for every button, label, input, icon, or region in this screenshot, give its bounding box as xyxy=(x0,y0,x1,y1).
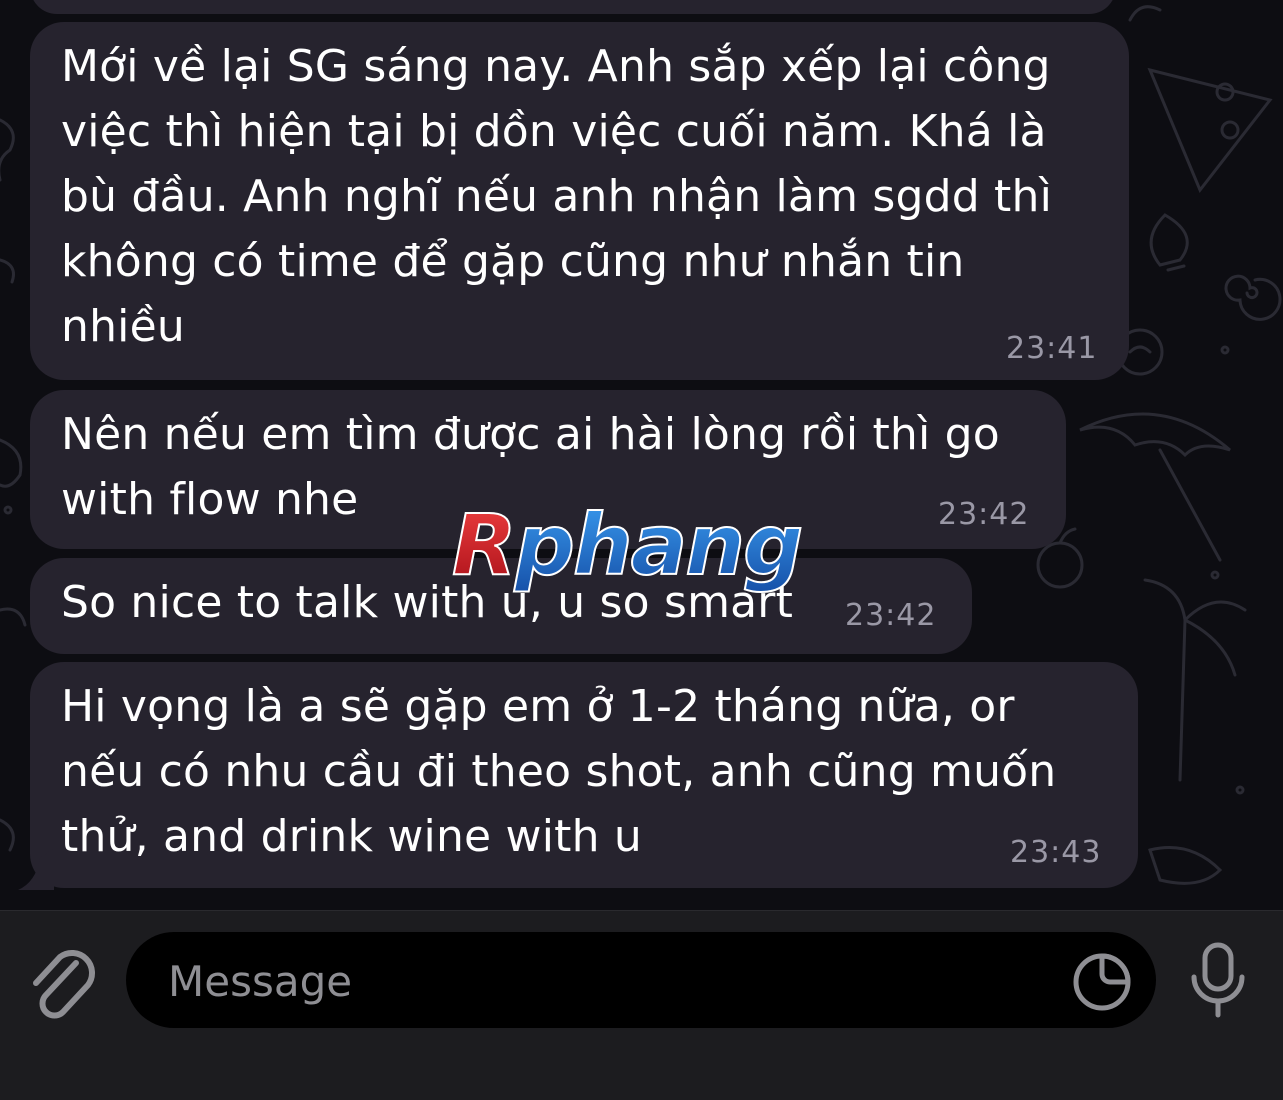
message-bubble-tail xyxy=(18,848,54,890)
sticker-icon xyxy=(1073,953,1131,1011)
message-input[interactable] xyxy=(166,950,1050,1012)
message-text: Mới về lại SG sáng nay. Anh sắp xếp lại … xyxy=(61,41,1052,352)
microphone-icon xyxy=(1191,942,1245,1018)
previous-message-bubble-partial[interactable] xyxy=(30,0,1116,14)
message-bubble[interactable]: Mới về lại SG sáng nay. Anh sắp xếp lại … xyxy=(30,22,1129,380)
message-composer-bar xyxy=(0,910,1283,1100)
message-time: 23:42 xyxy=(845,598,937,633)
message-text: Hi vọng là a sẽ gặp em ở 1-2 tháng nữa, … xyxy=(61,681,1057,862)
message-time: 23:41 xyxy=(1006,331,1098,366)
watermark-logo: Rphang xyxy=(451,498,804,595)
message-time: 23:43 xyxy=(1010,835,1102,870)
message-time: 23:42 xyxy=(938,497,1030,532)
chat-area: Mới về lại SG sáng nay. Anh sắp xếp lại … xyxy=(0,0,1283,910)
message-bubble[interactable]: Hi vọng là a sẽ gặp em ở 1-2 tháng nữa, … xyxy=(30,662,1138,888)
sticker-button[interactable] xyxy=(1070,950,1134,1014)
voice-record-button[interactable] xyxy=(1186,941,1250,1021)
paperclip-icon xyxy=(33,950,95,1019)
watermark-text: Rphang xyxy=(452,498,801,594)
message-input-container[interactable] xyxy=(126,932,1156,1028)
attach-button[interactable] xyxy=(28,949,100,1029)
